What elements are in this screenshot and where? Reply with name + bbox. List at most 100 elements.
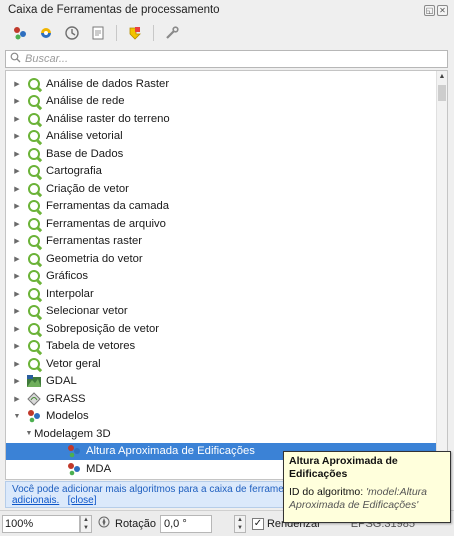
render-checkbox[interactable]: ✓: [251, 517, 264, 530]
expand-arrow-icon[interactable]: ▶: [12, 325, 22, 333]
tree-item[interactable]: ▶ GDAL: [6, 373, 438, 390]
gdal-provider-icon: [26, 374, 42, 388]
expand-arrow-icon[interactable]: ▶: [12, 167, 22, 175]
expand-arrow-icon[interactable]: ▶: [12, 115, 22, 123]
tree-item-label: MDA: [86, 462, 112, 475]
tree-item[interactable]: ▶ Cartografia: [6, 163, 438, 180]
model-icon: [66, 462, 82, 476]
rotation-input[interactable]: 0,0 °: [159, 514, 212, 533]
expand-arrow-icon[interactable]: ▶: [12, 255, 22, 263]
expand-arrow-icon[interactable]: ▶: [12, 132, 22, 140]
tree-item-label: Análise vetorial: [46, 130, 123, 142]
qgis-provider-icon: [26, 304, 42, 318]
tree-item-label: Interpolar: [46, 287, 94, 300]
scroll-up-arrow-icon[interactable]: ▲: [437, 71, 447, 83]
tree-item[interactable]: ▶ Geometria do vetor: [6, 250, 438, 267]
expand-arrow-icon[interactable]: ▶: [12, 80, 22, 88]
tree-item[interactable]: ▶ Tabela de vetores: [6, 338, 438, 355]
qgis-provider-icon: [26, 147, 42, 161]
scroll-thumb[interactable]: [438, 85, 446, 101]
float-panel-button[interactable]: ◱: [424, 4, 435, 16]
tree-item[interactable]: ▶ Ferramentas raster: [6, 233, 438, 250]
info-more-link[interactable]: adicionais.: [12, 495, 59, 506]
algorithm-tooltip: Altura Aproximada de Edificações ID do a…: [283, 451, 451, 523]
algorithm-tree: ▶ Análise de dados Raster ▶ Análise de rede…: [5, 70, 448, 480]
expand-arrow-icon[interactable]: ▶: [12, 185, 22, 193]
toolbar-separator: [116, 25, 117, 41]
expand-arrow-icon[interactable]: ▶: [12, 220, 22, 228]
qgis-provider-icon: [26, 269, 42, 283]
tree-item-label: Ferramentas de arquivo: [46, 217, 166, 230]
tree-item-label: Cartografia: [46, 165, 102, 177]
history-icon[interactable]: [62, 23, 82, 43]
tree-item[interactable]: ▶ Selecionar vetor: [6, 303, 438, 320]
rotation-label: Rotação: [115, 517, 156, 530]
tree-item[interactable]: ▶ Interpolar: [6, 285, 438, 302]
tree-scrollbar[interactable]: ▲: [436, 71, 447, 479]
python-scripts-icon[interactable]: [36, 23, 56, 43]
models-icon[interactable]: [10, 23, 30, 43]
tree-item[interactable]: ▶ Análise de dados Raster: [6, 75, 438, 92]
tooltip-id: ID do algoritmo: 'model:Altura Aproximad…: [289, 486, 445, 512]
results-viewer-icon[interactable]: [88, 23, 108, 43]
toolbox-toolbar: [0, 20, 454, 46]
rotation-spinner[interactable]: ▲ ▼: [233, 514, 246, 533]
qgis-provider-icon: [26, 94, 42, 108]
tree-item-label: Ferramentas da camada: [46, 200, 170, 212]
expand-arrow-icon[interactable]: ▶: [12, 97, 22, 105]
qgis-provider-icon: [26, 182, 42, 196]
expand-arrow-icon[interactable]: ▶: [12, 202, 22, 210]
qgis-provider-icon: [26, 164, 42, 178]
tree-item[interactable]: ▶ Ferramentas da camada: [6, 198, 438, 215]
tree-item-label: Sobreposição de vetor: [46, 322, 160, 335]
expand-arrow-icon[interactable]: ▶: [12, 290, 22, 298]
tree-item-label: Base de Dados: [46, 147, 124, 160]
tree-item-label: Análise de dados Raster: [46, 77, 170, 90]
collapse-arrow-icon[interactable]: ▼: [12, 413, 22, 420]
tree-item-label: Selecionar vetor: [46, 305, 128, 317]
tree-item[interactable]: ▶ Vetor geral: [6, 355, 438, 372]
edit-features-icon[interactable]: [125, 23, 145, 43]
expand-arrow-icon[interactable]: ▶: [12, 272, 22, 280]
expand-arrow-icon[interactable]: ▶: [12, 395, 22, 403]
tree-item[interactable]: ▶ Gráficos: [6, 268, 438, 285]
tree-item[interactable]: ▶ GRASS: [6, 390, 438, 407]
options-icon[interactable]: [162, 23, 182, 43]
tree-item[interactable]: ▶ Base de Dados: [6, 145, 438, 162]
tree-item[interactable]: ▼ Modelos: [6, 408, 438, 425]
close-panel-button[interactable]: ✕: [437, 4, 448, 16]
zoom-spinner[interactable]: ▲ ▼: [80, 514, 92, 533]
qgis-provider-icon: [26, 322, 42, 336]
tree-item[interactable]: ▼ Modelagem 3D: [6, 425, 438, 442]
expand-arrow-icon[interactable]: ▶: [12, 150, 22, 158]
tree-item-label: Vetor geral: [46, 357, 101, 370]
qgis-provider-icon: [26, 287, 42, 301]
tree-item[interactable]: ▶ Ferramentas de arquivo: [6, 215, 438, 232]
info-close-link[interactable]: [close]: [68, 495, 97, 506]
tree-item[interactable]: ▶ Análise raster do terreno: [6, 110, 438, 127]
tree-item[interactable]: ▶ Sobreposição de vetor: [6, 320, 438, 337]
qgis-provider-icon: [26, 217, 42, 231]
saga-provider-icon: [26, 479, 42, 480]
tree-item-label: Modelagem 3D: [34, 427, 111, 440]
tree-item[interactable]: ▶ Criação de vetor: [6, 180, 438, 197]
expand-arrow-icon[interactable]: ▶: [12, 237, 22, 245]
qgis-provider-icon: [26, 77, 42, 91]
tooltip-id-label: ID do algoritmo:: [289, 486, 364, 498]
tree-item-label: Altura Aproximada de Edificações: [86, 445, 255, 457]
tree-item-label: Ferramentas raster: [46, 235, 143, 247]
tree-item-label: Criação de vetor: [46, 182, 129, 195]
tree-item[interactable]: ▶ Análise de rede: [6, 93, 438, 110]
panel-title: Caixa de Ferramentas de processamento: [8, 4, 220, 16]
search-input[interactable]: [25, 53, 425, 65]
processing-toolbox-panel: Caixa de Ferramentas de processamento ◱ …: [0, 0, 454, 510]
expand-arrow-icon[interactable]: ▶: [12, 377, 22, 385]
collapse-arrow-icon[interactable]: ▼: [24, 430, 34, 437]
qgis-provider-icon: [26, 112, 42, 126]
zoom-input[interactable]: 100%: [2, 514, 80, 533]
tree-item[interactable]: ▶ Análise vetorial: [6, 128, 438, 145]
expand-arrow-icon[interactable]: ▶: [12, 307, 22, 315]
qgis-provider-icon: [26, 339, 42, 353]
expand-arrow-icon[interactable]: ▶: [12, 360, 22, 368]
expand-arrow-icon[interactable]: ▶: [12, 342, 22, 350]
